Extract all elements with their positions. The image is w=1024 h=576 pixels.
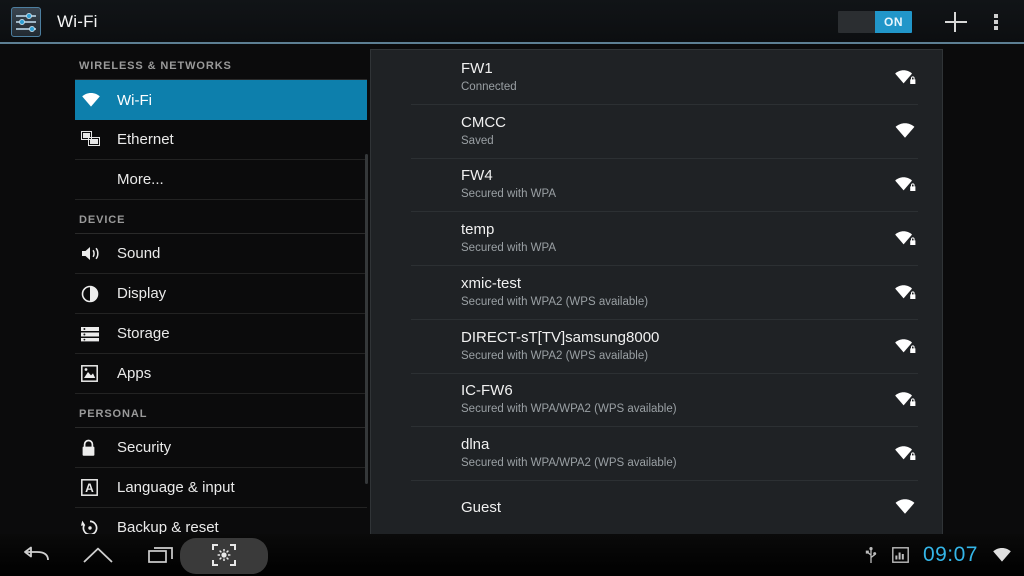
wifi-network-text: Guest xyxy=(461,498,890,517)
content-area: WIRELESS & NETWORKS Wi-Fi Ethernet More.… xyxy=(0,46,1024,535)
wifi-icon xyxy=(81,88,115,112)
sidebar-item-backup-reset[interactable]: Backup & reset xyxy=(75,508,367,534)
usb-icon xyxy=(864,546,878,564)
sidebar-item-label: Storage xyxy=(117,325,170,342)
settings-sliders-icon xyxy=(11,7,41,37)
wifi-status: Secured with WPA2 (WPS available) xyxy=(461,295,649,308)
wifi-network-row[interactable]: xmic-test Secured with WPA2 (WPS availabl… xyxy=(371,265,942,319)
back-arrow-icon[interactable] xyxy=(4,534,68,576)
wifi-ssid: Guest xyxy=(461,498,502,516)
wifi-network-text: xmic-test Secured with WPA2 (WPS availabl… xyxy=(461,274,890,310)
wifi-status: Connected xyxy=(461,80,517,93)
sidebar-item-label: Backup & reset xyxy=(117,519,219,534)
wifi-signal-secured-icon xyxy=(890,390,920,408)
wifi-network-row[interactable]: temp Secured with WPA xyxy=(371,211,942,265)
wifi-network-list[interactable]: FW1 Connected CMCC Saved FW4 Secured with WPA… xyxy=(370,49,943,535)
wifi-ssid: FW1 xyxy=(461,59,493,77)
wifi-status: Secured with WPA/WPA2 (WPS available) xyxy=(461,457,677,470)
wifi-status-icon xyxy=(992,547,1012,563)
wifi-ssid: DIRECT-sT[TV]samsung8000 xyxy=(461,328,660,346)
plus-icon[interactable] xyxy=(932,0,976,44)
wifi-signal-secured-icon xyxy=(890,283,920,301)
action-bar: Wi-Fi ON xyxy=(0,0,1024,44)
wifi-ssid: IC-FW6 xyxy=(461,382,513,400)
wifi-network-row[interactable]: FW4 Secured with WPA xyxy=(371,157,942,212)
wifi-status: Secured with WPA/WPA2 (WPS available) xyxy=(461,403,677,416)
section-header-personal: PERSONAL xyxy=(75,394,367,428)
wifi-status: Saved xyxy=(461,134,494,147)
section-header-wireless: WIRELESS & NETWORKS xyxy=(75,46,367,80)
wifi-signal-icon xyxy=(890,498,920,516)
status-clock: 09:07 xyxy=(922,543,978,566)
storage-icon xyxy=(81,322,115,346)
sidebar-item-label: More... xyxy=(117,171,164,188)
backup-restore-icon xyxy=(81,516,115,534)
page-title: Wi-Fi xyxy=(57,12,98,31)
sidebar-item-security[interactable]: Security xyxy=(75,428,367,468)
wifi-network-text: DIRECT-sT[TV]samsung8000 Secured with WPA… xyxy=(461,328,890,364)
settings-sidebar[interactable]: WIRELESS & NETWORKS Wi-Fi Ethernet More.… xyxy=(75,46,367,534)
sidebar-item-label: Display xyxy=(117,285,167,302)
wifi-ssid: xmic-test xyxy=(461,274,521,292)
toggle-track xyxy=(838,11,875,33)
wifi-ssid: dlna xyxy=(461,436,490,454)
sidebar-item-label: Sound xyxy=(117,245,161,262)
brightness-icon xyxy=(81,282,115,306)
wifi-network-text: CMCC Saved xyxy=(461,113,890,149)
wifi-status: Secured with WPA xyxy=(461,188,557,201)
sidebar-item-storage[interactable]: Storage xyxy=(75,314,367,354)
wifi-network-row[interactable]: IC-FW6 Secured with WPA/WPA2 (WPS availab… xyxy=(371,372,942,427)
wifi-network-row[interactable]: Guest xyxy=(371,480,942,534)
wifi-signal-secured-icon xyxy=(890,444,920,462)
sidebar-item-language-input[interactable]: A Language & input xyxy=(75,468,367,508)
sidebar-item-label: Language & input xyxy=(117,479,235,496)
wifi-network-row[interactable]: CMCC Saved xyxy=(371,103,942,158)
sidebar-item-label: Wi-Fi xyxy=(117,91,152,109)
sidebar-item-more[interactable]: More... xyxy=(75,160,367,200)
wifi-signal-secured-icon xyxy=(890,337,920,355)
sidebar-item-ethernet[interactable]: Ethernet xyxy=(75,120,367,160)
wifi-network-text: dlna Secured with WPA/WPA2 (WPS available… xyxy=(461,435,890,471)
wifi-signal-secured-icon xyxy=(890,68,920,86)
wifi-ssid: FW4 xyxy=(461,167,493,185)
wifi-signal-icon xyxy=(890,122,920,140)
wifi-status: Secured with WPA2 (WPS available) xyxy=(461,349,649,362)
status-bar: 09:07 xyxy=(864,534,1018,576)
wifi-network-row[interactable]: dlna Secured with WPA/WPA2 (WPS available… xyxy=(371,426,942,480)
sidebar-item-display[interactable]: Display xyxy=(75,274,367,314)
wifi-network-text: temp Secured with WPA xyxy=(461,220,890,256)
home-icon[interactable] xyxy=(66,534,130,576)
wifi-network-text: FW4 Secured with WPA xyxy=(461,166,890,202)
wifi-toggle-switch[interactable]: ON xyxy=(838,11,912,33)
ethernet-icon xyxy=(81,128,115,152)
lock-icon xyxy=(81,436,115,460)
wifi-network-row[interactable]: DIRECT-sT[TV]samsung8000 Secured with WPA… xyxy=(371,318,942,373)
sidebar-item-apps[interactable]: Apps xyxy=(75,354,367,394)
image-icon xyxy=(892,547,909,563)
wifi-signal-secured-icon xyxy=(890,229,920,247)
wifi-ssid: temp xyxy=(461,221,495,239)
wifi-ssid: CMCC xyxy=(461,113,506,131)
android-settings-screen: Wi-Fi ON WIRELESS & NETWORKS Wi-Fi Ether… xyxy=(0,0,1024,576)
section-header-device: DEVICE xyxy=(75,200,367,234)
overflow-menu-icon[interactable] xyxy=(976,0,1016,44)
sidebar-item-label: Ethernet xyxy=(117,131,174,148)
wifi-network-text: FW1 Connected xyxy=(461,59,890,95)
toggle-thumb: ON xyxy=(875,11,912,33)
system-navigation-bar: 09:07 xyxy=(0,534,1024,576)
wifi-network-text: IC-FW6 Secured with WPA/WPA2 (WPS availab… xyxy=(461,381,890,417)
apps-image-icon xyxy=(81,362,115,386)
sidebar-item-label: Apps xyxy=(117,365,152,382)
sidebar-scrollbar[interactable] xyxy=(365,154,368,484)
screenshot-capture-icon[interactable] xyxy=(180,534,268,576)
sidebar-item-sound[interactable]: Sound xyxy=(75,234,367,274)
wifi-status: Secured with WPA xyxy=(461,242,557,255)
speaker-icon xyxy=(81,242,115,266)
wifi-signal-secured-icon xyxy=(890,175,920,193)
svg-text:A: A xyxy=(85,481,94,495)
wifi-network-row[interactable]: FW1 Connected xyxy=(371,50,942,104)
sidebar-item-wifi[interactable]: Wi-Fi xyxy=(75,80,367,120)
sidebar-item-label: Security xyxy=(117,439,172,456)
language-a-icon: A xyxy=(81,476,115,500)
